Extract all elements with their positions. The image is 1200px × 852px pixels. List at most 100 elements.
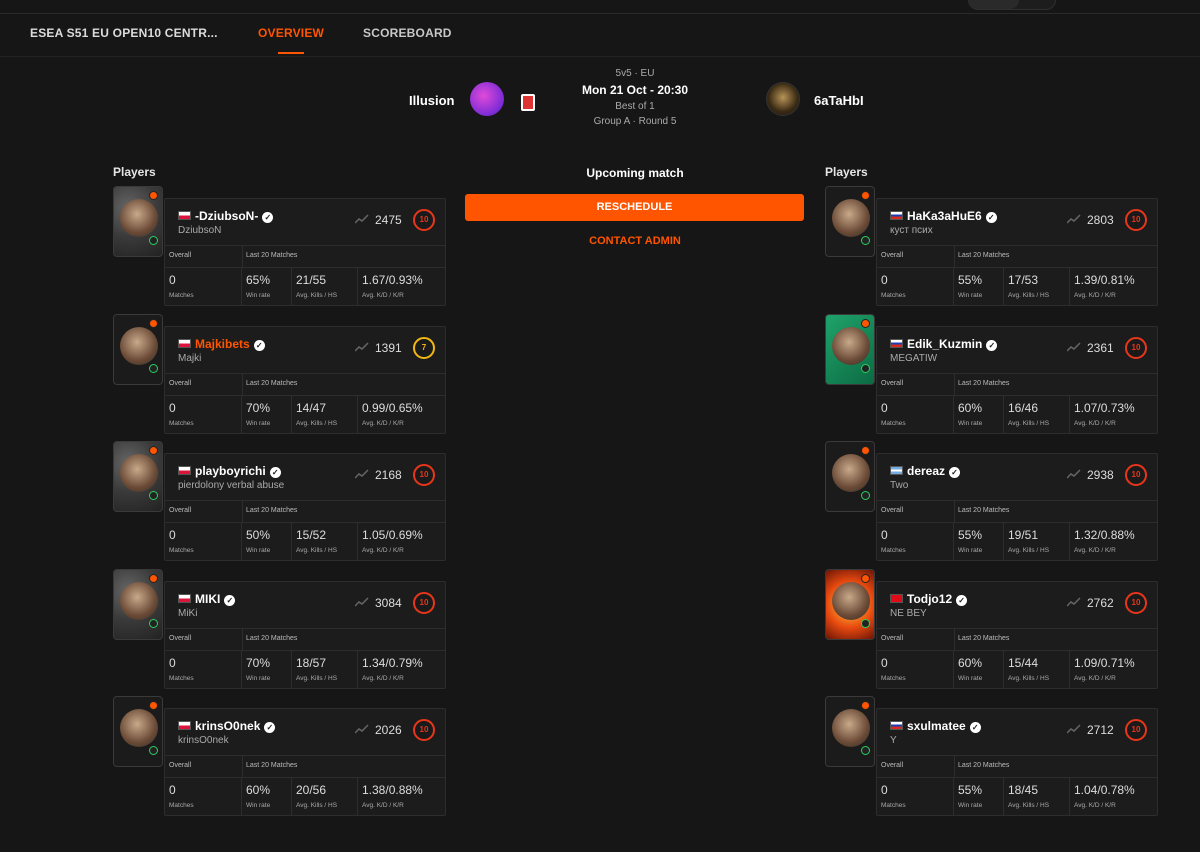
- stat-kd-kr: 1.67/0.93% Avg. K/D / K/R: [358, 268, 445, 306]
- player-nickname[interactable]: HaKa3aHuE6 ✓: [907, 209, 997, 223]
- player-nickname[interactable]: Todjo12 ✓: [907, 592, 968, 606]
- trend-chart-icon[interactable]: [354, 724, 369, 734]
- player-nickname[interactable]: MIKI ✓: [195, 592, 236, 606]
- stat-kills-hs: 18/45 Avg. Kills / HS: [1004, 778, 1070, 816]
- stat-value: 0: [169, 273, 176, 287]
- trend-chart-icon[interactable]: [354, 214, 369, 224]
- player-card[interactable]: Majkibets ✓ Majki 1391 7 Overall Last 20 …: [113, 313, 447, 434]
- stats-divider: [242, 246, 243, 268]
- player-avatar[interactable]: [825, 568, 875, 640]
- player-avatar[interactable]: [113, 696, 163, 767]
- stats-header: Overall Last 20 Matches: [165, 756, 445, 778]
- premium-badge-icon: [149, 573, 158, 583]
- stat-label: Avg. K/D / K/R: [362, 674, 404, 682]
- players-label-left: Players: [113, 165, 156, 179]
- player-stats-card: Todjo12 ✓ NE BEY 2762 10 Overall Last 20 …: [876, 580, 1158, 689]
- trend-chart-icon[interactable]: [354, 341, 369, 352]
- player-avatar[interactable]: [113, 568, 163, 640]
- player-card[interactable]: sxulmatee ✓ Y 2712 10 Overall Last 20 Mat…: [825, 696, 1159, 816]
- stat-kd-kr: 0.99/0.65% Avg. K/D / K/R: [358, 396, 445, 434]
- trend-chart-icon[interactable]: [1066, 469, 1081, 479]
- stat-label: Matches: [881, 674, 906, 682]
- trend-chart-icon[interactable]: [354, 469, 369, 479]
- stat-label: Matches: [169, 292, 194, 299]
- player-card[interactable]: krinsO0nek ✓ krinsO0nek 2026 10 Overall L…: [113, 696, 447, 816]
- player-card[interactable]: MIKI ✓ MiKi 3084 10 Overall Last 20 Match…: [113, 568, 447, 689]
- verified-shield-icon: [861, 491, 870, 500]
- stat-value: 19/51: [1008, 528, 1039, 542]
- trend-chart-icon[interactable]: [1066, 214, 1081, 224]
- stat-kills-hs: 14/47 Avg. Kills / HS: [292, 395, 358, 434]
- player-card[interactable]: Edik_Kuzmin ✓ MEGATIW 2361 10 Overall Las…: [825, 313, 1159, 434]
- stat-value: 0: [881, 783, 888, 797]
- stat-matches: 0 Matches: [877, 268, 954, 306]
- tab-scoreboard[interactable]: SCOREBOARD: [363, 26, 452, 40]
- stat-value: 70%: [246, 400, 271, 415]
- stats-row: 0 Matches 55% Win rate 17/53 Avg. Kills …: [877, 268, 1157, 306]
- tournament-title[interactable]: ESEA S51 EU OPEN10 CENTR...: [30, 26, 218, 40]
- player-nickname[interactable]: Majkibets ✓: [195, 337, 265, 351]
- trend-chart-icon[interactable]: [354, 596, 369, 607]
- players-label-right: Players: [825, 165, 868, 179]
- trend-chart-icon[interactable]: [1066, 724, 1081, 734]
- player-stats-card: HaKa3aHuE6 ✓ куст псих 2803 10 Overall La…: [876, 198, 1158, 306]
- stat-winrate: 55% Win rate: [954, 268, 1004, 306]
- stats-header: Overall Last 20 Matches: [877, 373, 1157, 396]
- player-nickname[interactable]: krinsO0nek ✓: [195, 719, 276, 733]
- player-card[interactable]: -DziubsoN- ✓ DziubsoN 2475 10 Overall Las…: [113, 186, 447, 306]
- player-nickname[interactable]: Edik_Kuzmin ✓: [907, 337, 998, 351]
- player-nickname[interactable]: dereaz ✓: [907, 464, 961, 478]
- stats-divider: [954, 373, 955, 396]
- country-flag-icon: [178, 466, 191, 475]
- player-avatar[interactable]: [825, 313, 875, 385]
- stat-value: 0: [881, 528, 888, 542]
- stat-value: 17/53: [1008, 273, 1039, 287]
- stat-value: 15/44: [1008, 655, 1039, 670]
- player-header: Todjo12 ✓ NE BEY 2762 10: [877, 582, 1157, 629]
- country-flag-icon: [890, 593, 903, 603]
- player-stats-card: MIKI ✓ MiKi 3084 10 Overall Last 20 Match…: [164, 580, 446, 689]
- stat-label: Avg. K/D / K/R: [1074, 802, 1116, 809]
- player-card[interactable]: HaKa3aHuE6 ✓ куст псих 2803 10 Overall La…: [825, 186, 1159, 306]
- stats-divider: [242, 501, 243, 523]
- player-avatar[interactable]: [113, 186, 163, 257]
- player-nickname[interactable]: sxulmatee ✓: [907, 719, 981, 733]
- player-card[interactable]: Todjo12 ✓ NE BEY 2762 10 Overall Last 20 …: [825, 568, 1159, 689]
- player-header: MIKI ✓ MiKi 3084 10: [165, 582, 445, 629]
- team-left-logo[interactable]: [470, 82, 535, 116]
- player-card[interactable]: playboyrichi ✓ pierdolony verbal abuse 21…: [113, 441, 447, 561]
- trend-chart-icon[interactable]: [1066, 596, 1081, 607]
- reschedule-button[interactable]: RESCHEDULE: [465, 194, 804, 221]
- player-header: dereaz ✓ Two 2938 10: [877, 454, 1157, 501]
- stat-winrate: 65% Win rate: [242, 268, 292, 306]
- stat-value: 60%: [958, 655, 983, 670]
- stat-value: 15/52: [296, 528, 327, 542]
- player-nickname[interactable]: playboyrichi ✓: [195, 464, 281, 478]
- player-card[interactable]: dereaz ✓ Two 2938 10 Overall Last 20 Matc…: [825, 441, 1159, 561]
- stats-divider: [954, 756, 955, 778]
- trend-chart-icon[interactable]: [1066, 341, 1081, 352]
- player-avatar[interactable]: [825, 186, 875, 257]
- stats-divider: [242, 373, 243, 396]
- toggle-switch[interactable]: [968, 0, 1056, 10]
- player-stats-card: Edik_Kuzmin ✓ MEGATIW 2361 10 Overall Las…: [876, 325, 1158, 434]
- team-right-name[interactable]: 6aTaHbI: [814, 93, 864, 108]
- tab-overview[interactable]: OVERVIEW: [258, 26, 324, 54]
- stat-winrate: 70% Win rate: [242, 395, 292, 434]
- player-avatar[interactable]: [113, 441, 163, 512]
- country-flag-icon: [890, 211, 903, 220]
- player-avatar[interactable]: [113, 313, 163, 385]
- player-nickname[interactable]: -DziubsoN- ✓: [195, 209, 274, 223]
- player-avatar[interactable]: [825, 696, 875, 767]
- team-left-name[interactable]: Illusion: [409, 93, 455, 108]
- stats-divider: [242, 756, 243, 778]
- skill-level-badge: 10: [1125, 336, 1147, 359]
- contact-admin-link[interactable]: CONTACT ADMIN: [465, 235, 805, 247]
- stat-kills-hs: 19/51 Avg. Kills / HS: [1004, 523, 1070, 561]
- verified-check-icon: ✓: [224, 594, 236, 606]
- team-right-logo[interactable]: [766, 82, 800, 116]
- country-flag-icon: [178, 721, 191, 730]
- player-subname: Majki: [178, 352, 202, 364]
- match-header: Illusion 5v5 · EU Mon 21 Oct - 20:30 Bes…: [0, 60, 1200, 150]
- player-avatar[interactable]: [825, 441, 875, 512]
